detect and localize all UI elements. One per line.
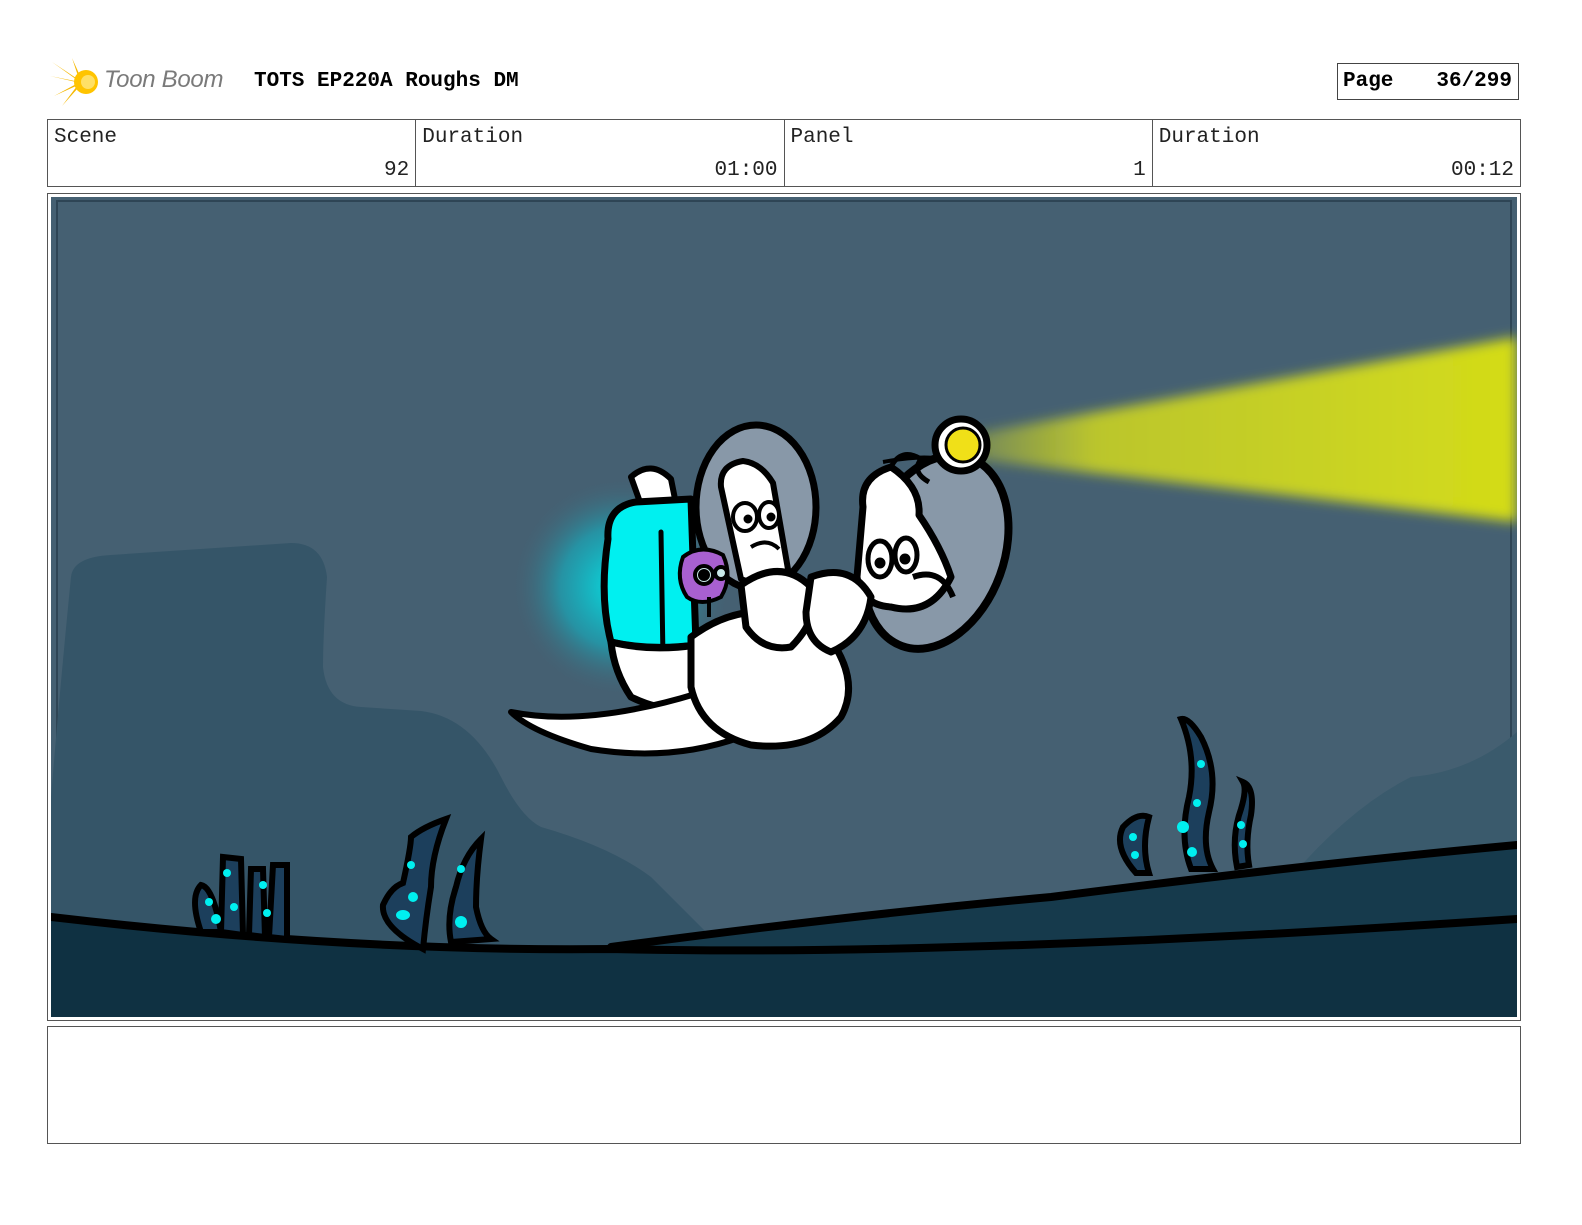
page-number: 36/299 [1436,70,1512,93]
page-indicator: Page 36/299 [1337,63,1519,100]
panel-duration-label: Duration [1158,126,1260,149]
panel-duration-cell: Duration 00:12 [1153,120,1520,186]
starburst-icon [50,58,98,106]
panel-label: Panel [790,126,854,149]
panel-info-row: Scene 92 Duration 01:00 Panel 1 Duration… [47,119,1521,187]
brand-name: Toon Boom [104,66,224,93]
panel-cell: Panel 1 [785,120,1153,186]
scene-label: Scene [54,126,118,149]
panel-value: 1 [1133,159,1146,182]
panel-notes-box [47,1026,1521,1144]
scene-cell: Scene 92 [48,120,417,186]
scene-value: 92 [384,159,410,182]
page-label: Page [1343,70,1394,93]
panel-duration-value: 00:12 [1450,159,1514,182]
storyboard-panel-image [51,197,1517,1017]
toon-boom-logo: Toon Boom [50,56,240,108]
scene-duration-value: 01:00 [714,159,778,182]
document-title: TOTS EP220A Roughs DM [254,70,519,93]
scene-duration-cell: Duration 01:00 [416,120,785,186]
scene-duration-label: Duration [422,126,524,149]
